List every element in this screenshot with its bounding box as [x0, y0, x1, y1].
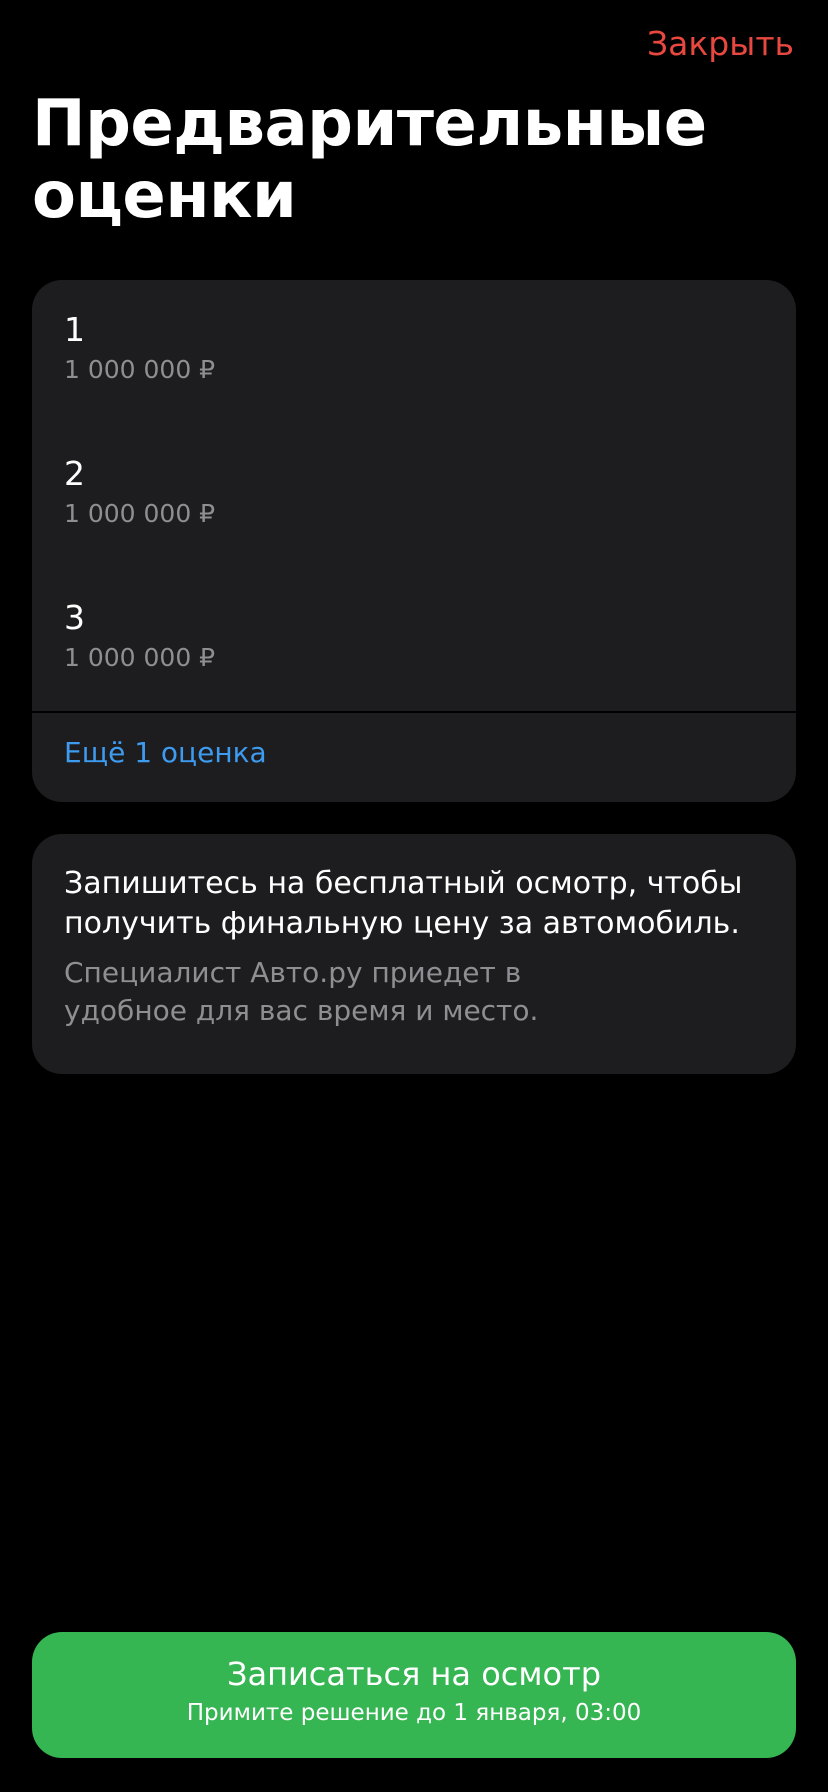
estimate-item[interactable]: 2 1 000 000 ₽ — [64, 454, 744, 530]
estimate-item[interactable]: 3 1 000 000 ₽ — [64, 598, 744, 674]
estimate-price: 1 000 000 ₽ — [64, 499, 216, 528]
info-description: Специалист Авто.ру приедет в удобное для… — [64, 956, 539, 1027]
info-title: Запишитесь на бесплатный осмотр, чтобы п… — [64, 866, 743, 941]
page-title: Предварительные оценки — [32, 87, 707, 233]
estimate-name: 2 — [64, 454, 85, 493]
divider — [32, 711, 796, 713]
close-button[interactable]: Закрыть — [647, 24, 794, 63]
estimate-price: 1 000 000 ₽ — [64, 355, 216, 384]
estimate-item[interactable]: 1 1 000 000 ₽ — [64, 310, 744, 386]
page: Закрыть Предварительные оценки 1 1 000 0… — [0, 0, 828, 1792]
estimate-price: 1 000 000 ₽ — [64, 643, 216, 672]
info-card: Запишитесь на бесплатный осмотр, чтобы п… — [32, 834, 796, 1074]
book-inspection-button[interactable]: Записаться на осмотр Примите решение до … — [32, 1632, 796, 1758]
estimates-card: 1 1 000 000 ₽ 2 1 000 000 ₽ 3 1 000 000 … — [32, 280, 796, 802]
estimate-name: 3 — [64, 598, 85, 637]
more-estimates-link[interactable]: Ещё 1 оценка — [64, 735, 267, 771]
book-inspection-deadline: Примите решение до 1 января, 03:00 — [186, 1700, 642, 1726]
estimate-name: 1 — [64, 310, 85, 349]
book-inspection-label: Записаться на осмотр — [226, 1655, 602, 1693]
